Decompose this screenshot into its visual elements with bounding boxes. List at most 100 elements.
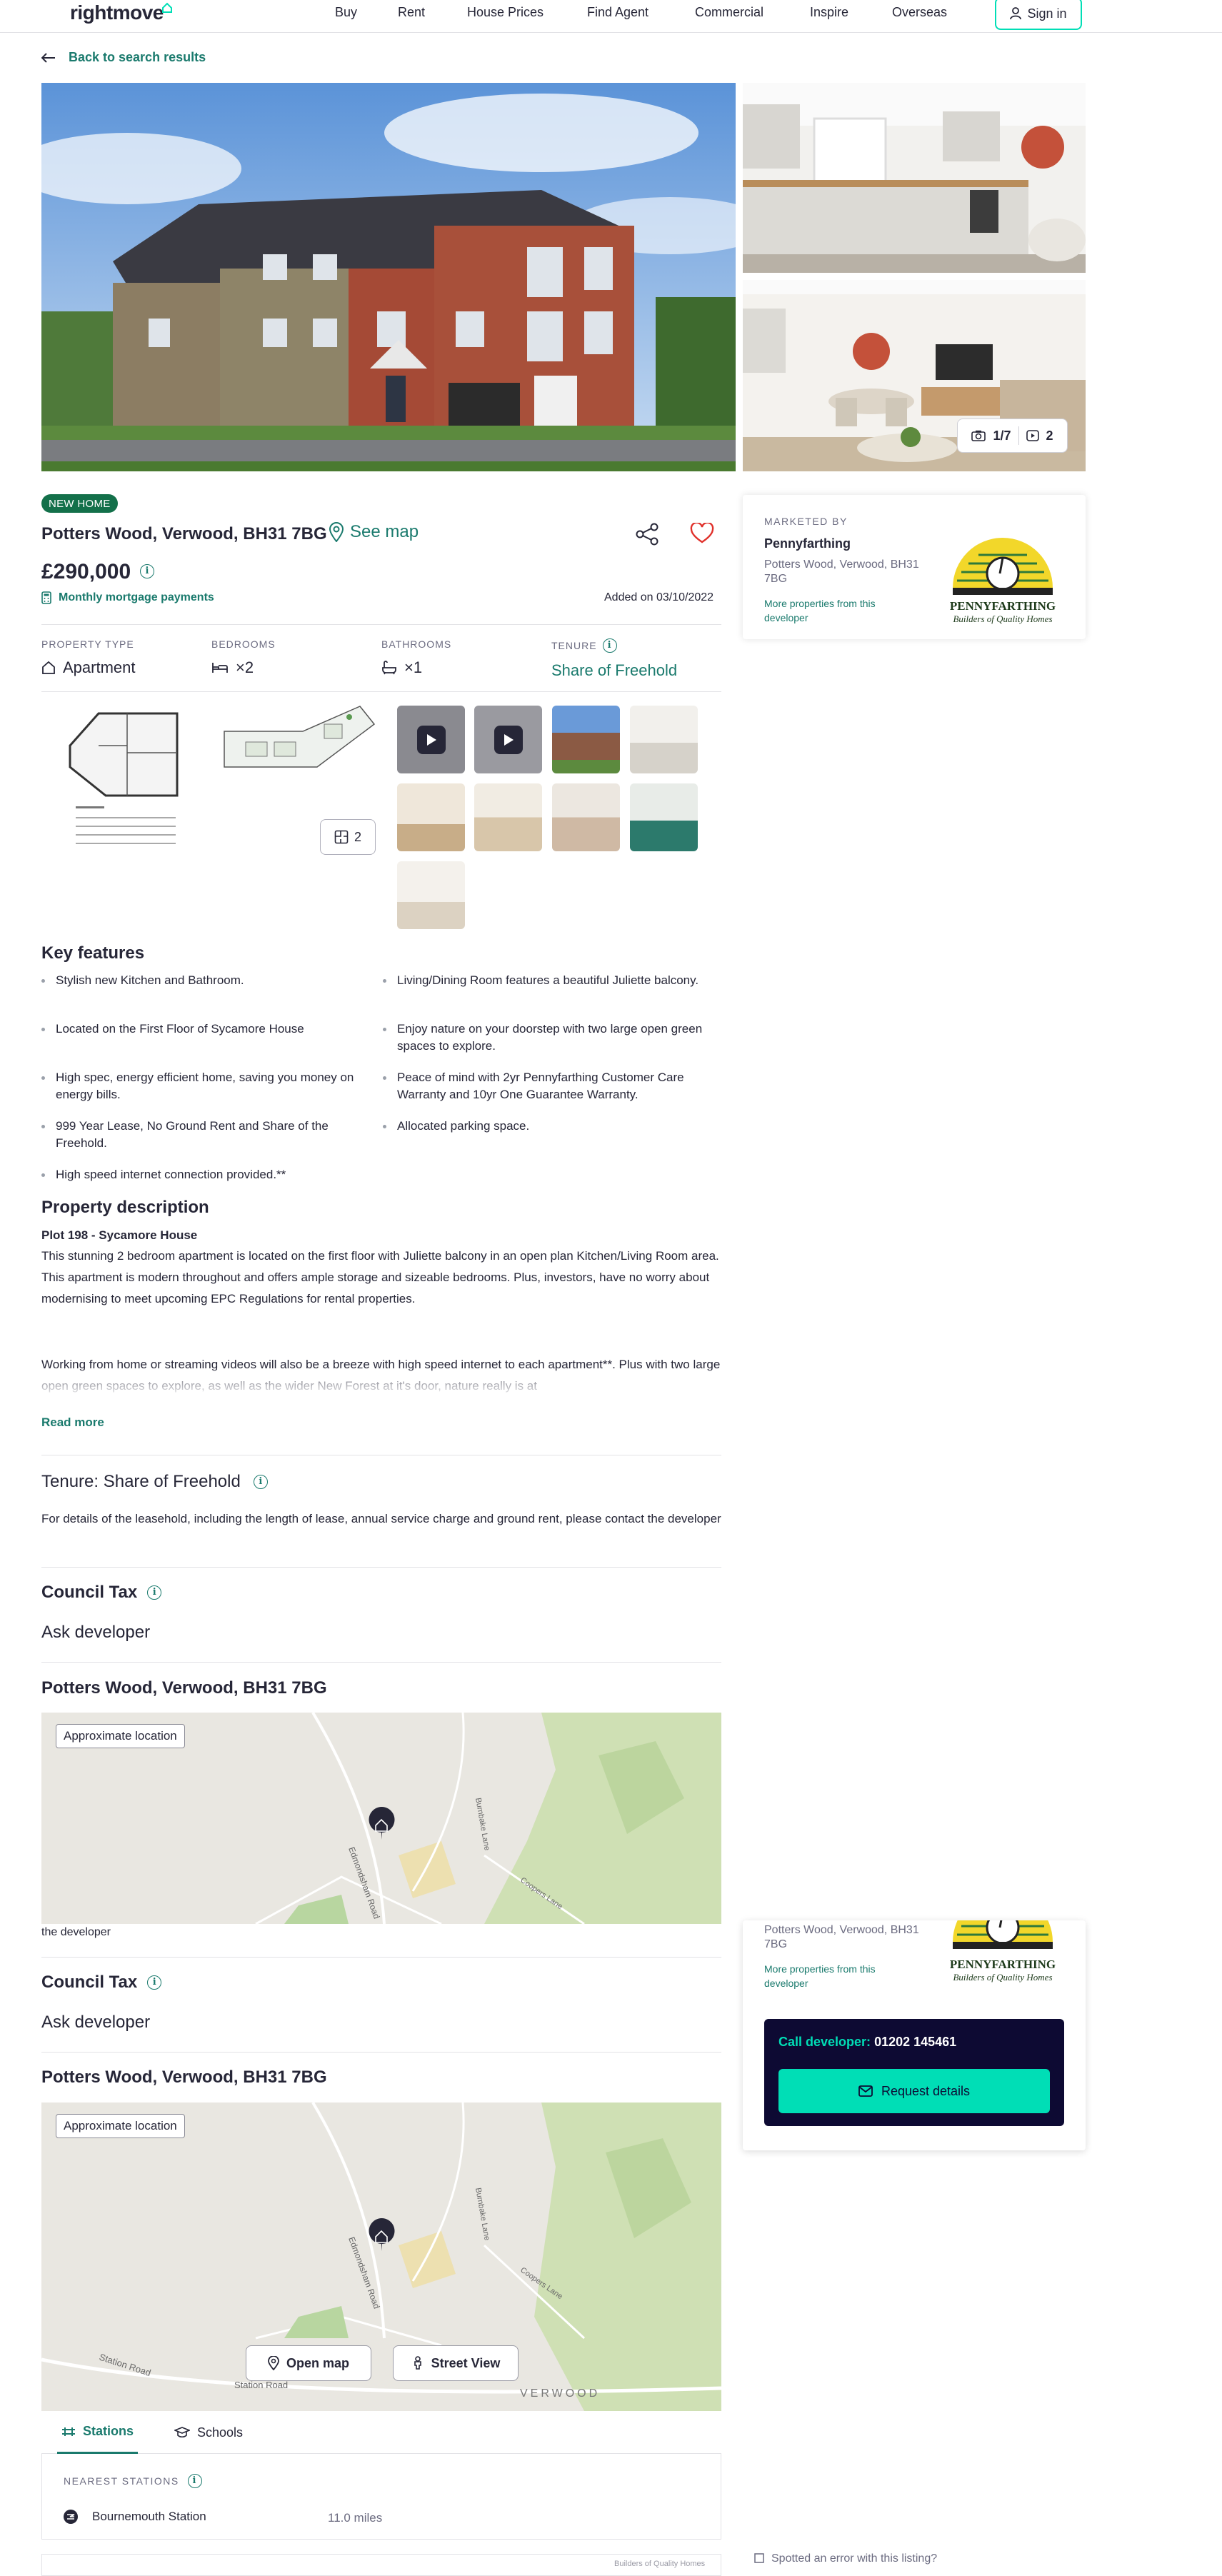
nav-commercial[interactable]: Commercial xyxy=(695,5,763,20)
logo-house-icon xyxy=(162,2,172,13)
photo-thumbnail-bedroom-1[interactable] xyxy=(552,783,620,851)
mortgage-link[interactable]: Monthly mortgage payments xyxy=(41,591,214,604)
map-pin-icon xyxy=(329,522,344,542)
request-details-label: Request details xyxy=(881,2083,971,2098)
tenure-heading-row: Tenure: Share of Freehold i xyxy=(41,1472,268,1492)
fact-label: BATHROOMS xyxy=(381,638,452,650)
tab-schools[interactable]: Schools xyxy=(174,2411,243,2454)
see-map-link[interactable]: See map xyxy=(329,522,419,542)
council-tax-heading: Council Tax xyxy=(41,1973,138,1992)
report-error-link[interactable]: Spotted an error with this listing? xyxy=(754,2552,937,2565)
key-feature-item: Peace of mind with 2yr Pennyfarthing Cus… xyxy=(383,1069,708,1103)
sign-in-button[interactable]: Sign in xyxy=(995,0,1082,30)
new-home-badge: NEW HOME xyxy=(41,494,118,513)
added-date: Added on 03/10/2022 xyxy=(604,591,714,603)
nav-rent[interactable]: Rent xyxy=(398,5,425,20)
photo-thumbnail-living[interactable] xyxy=(397,783,465,851)
calculator-icon xyxy=(41,591,51,604)
agent-card: MARKETED BY Pennyfarthing Potters Wood, … xyxy=(743,495,1086,639)
agent-address: Potters Wood, Verwood, BH31 7BG xyxy=(764,558,919,585)
council-tax-value: Ask developer xyxy=(41,2013,151,2032)
photo-thumbnail-dining[interactable] xyxy=(474,783,542,851)
open-map-label: Open map xyxy=(286,2355,349,2370)
rightmove-logo[interactable]: rightmove xyxy=(70,1,164,24)
location-heading: Potters Wood, Verwood, BH31 7BG xyxy=(41,1678,327,1698)
map-canvas: Edmondsham Road Burnbake Lane Coopers La… xyxy=(41,2103,721,2411)
photo-thumbnail-bedroom-3[interactable] xyxy=(397,861,465,929)
floorplan-count-button[interactable]: 2 xyxy=(320,819,376,855)
nav-find-agent[interactable]: Find Agent xyxy=(587,5,648,20)
council-tax-heading-row: Council Tax i xyxy=(41,1583,162,1603)
street-view-button[interactable]: Street View xyxy=(393,2345,519,2381)
description-fade xyxy=(41,1370,721,1398)
council-tax-info-icon[interactable]: i xyxy=(147,1585,162,1600)
bed-icon xyxy=(212,663,228,673)
stations-info-icon[interactable]: i xyxy=(187,2474,202,2488)
fact-label: BEDROOMS xyxy=(211,638,276,650)
nav-inspire[interactable]: Inspire xyxy=(810,5,848,20)
logo-wordmark: PENNYFARTHING xyxy=(949,1958,1056,1971)
open-map-button[interactable]: Open map xyxy=(246,2345,371,2381)
station-name: Bournemouth Station xyxy=(92,2510,206,2523)
phone-number[interactable]: 01202 145461 xyxy=(874,2035,956,2049)
divider xyxy=(41,624,721,625)
bath-icon xyxy=(382,661,396,675)
tenure-section-info-icon[interactable]: i xyxy=(253,1475,268,1489)
bedrooms-value: ×2 xyxy=(236,658,254,676)
council-tax-info-icon[interactable]: i xyxy=(147,1975,162,1990)
price-info-icon[interactable]: i xyxy=(140,564,154,578)
key-feature-item: High speed internet connection provided.… xyxy=(41,1166,366,1183)
camera-icon xyxy=(971,430,986,441)
logo-tagline: Builders of Quality Homes xyxy=(953,1972,1053,1983)
tab-stations-label: Stations xyxy=(83,2424,134,2438)
nav-buy[interactable]: Buy xyxy=(335,5,357,20)
share-icon[interactable] xyxy=(634,523,660,546)
video-thumbnail-2[interactable] xyxy=(474,706,542,773)
mail-icon xyxy=(858,2085,873,2097)
count-divider xyxy=(1018,426,1019,445)
tenure-info-icon[interactable]: i xyxy=(602,638,617,653)
more-properties-link[interactable]: More properties from this developer xyxy=(764,596,907,625)
nearest-stations-label: NEAREST STATIONS xyxy=(64,2475,179,2487)
kitchen-photo[interactable] xyxy=(743,83,1086,273)
divider xyxy=(41,1567,721,1568)
tab-schools-label: Schools xyxy=(197,2425,244,2440)
property-description-heading: Property description xyxy=(41,1198,209,1217)
video-thumbnail-1[interactable] xyxy=(397,706,465,773)
location-map[interactable]: Edmondsham Road Burnbake Lane Coopers La… xyxy=(41,1713,721,1924)
nav-house-prices[interactable]: House Prices xyxy=(467,5,544,20)
photo-thumbnail-kitchen[interactable] xyxy=(630,706,698,773)
request-details-button[interactable]: Request details xyxy=(778,2069,1050,2113)
approximate-location-label: Approximate location xyxy=(56,1724,185,1748)
council-tax-value: Ask developer xyxy=(41,1623,151,1642)
nav-overseas[interactable]: Overseas xyxy=(892,5,947,20)
street-view-label: Street View xyxy=(431,2355,501,2370)
more-properties-link[interactable]: More properties from this developer xyxy=(764,1962,907,1990)
gallery-count-button[interactable]: 1/7 2 xyxy=(957,419,1068,453)
logo-graphic xyxy=(953,1920,1053,1949)
video-icon xyxy=(1026,430,1039,441)
main-photo[interactable] xyxy=(41,83,736,471)
heart-icon[interactable] xyxy=(690,523,714,544)
sign-in-label: Sign in xyxy=(1027,6,1067,21)
fact-value: ×1 xyxy=(381,658,451,677)
tenure-value[interactable]: Share of Freehold xyxy=(551,661,677,680)
floorplan-image-1[interactable] xyxy=(63,703,193,853)
photo-thumbnail-exterior[interactable] xyxy=(552,706,620,773)
tab-stations[interactable]: Stations xyxy=(57,2411,139,2454)
call-developer-line[interactable]: Call developer: 01202 145461 xyxy=(778,2035,956,2050)
agent-name[interactable]: Pennyfarthing xyxy=(764,536,851,551)
agent-contact-card: Potters Wood, Verwood, BH31 7BG More pro… xyxy=(743,1920,1086,2150)
floorplan-count: 2 xyxy=(354,829,361,844)
fact-value: Apartment xyxy=(41,658,136,677)
photo-thumbnail-bedroom-2[interactable] xyxy=(630,783,698,851)
location-map[interactable]: Edmondsham Road Burnbake Lane Coopers La… xyxy=(41,2103,721,2411)
pennyfarthing-logo[interactable] xyxy=(943,1920,1063,1956)
back-to-results-link[interactable]: Back to search results xyxy=(41,50,206,65)
play-icon xyxy=(417,726,446,754)
see-map-label: See map xyxy=(350,522,419,541)
read-more-link[interactable]: Read more xyxy=(41,1415,104,1430)
divider xyxy=(41,691,721,692)
floorplan-image-2[interactable] xyxy=(217,703,376,774)
key-features-heading: Key features xyxy=(41,943,145,963)
